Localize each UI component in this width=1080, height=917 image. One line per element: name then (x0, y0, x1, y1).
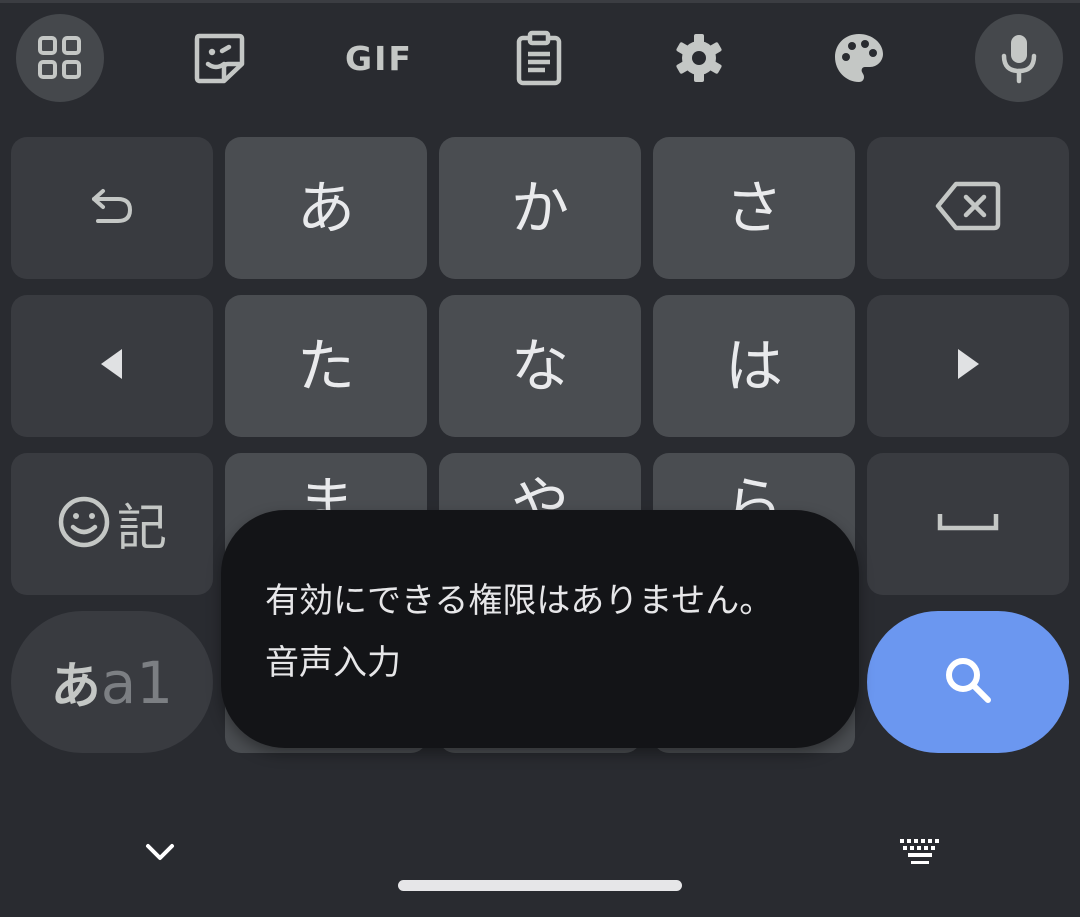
voice-input-button[interactable] (975, 14, 1063, 102)
kana-key-label: な (510, 332, 569, 400)
backspace-icon (934, 180, 1002, 236)
search-icon (943, 655, 993, 709)
kana-key-sa[interactable]: さ (653, 137, 855, 279)
gif-icon: GIF (345, 38, 413, 78)
microphone-icon (999, 32, 1039, 84)
kana-key-label: さ (724, 174, 783, 242)
switch-keyboard-button[interactable] (890, 830, 950, 878)
kana-key-ha[interactable]: は (653, 295, 855, 437)
settings-gear-icon (672, 31, 726, 85)
kana-key-ta[interactable]: た (225, 295, 427, 437)
symbol-kanji-label: 記 (117, 499, 167, 557)
theme-palette-icon (832, 31, 886, 85)
kana-key-na[interactable]: な (439, 295, 641, 437)
theme-button[interactable] (815, 14, 903, 102)
toast-line-1: 有効にできる権限はありません。 (265, 581, 774, 621)
home-gesture-bar[interactable] (398, 880, 682, 891)
cursor-right-icon (954, 347, 982, 385)
input-mode-label: あ a1 (51, 646, 173, 718)
emoji-symbol-key-content: 記 (57, 488, 167, 560)
cursor-left-key[interactable] (11, 295, 213, 437)
keyboard-icon (898, 837, 942, 871)
kana-key-a[interactable]: あ (225, 137, 427, 279)
backspace-key[interactable] (867, 137, 1069, 279)
toast-message: 有効にできる権限はありません。 音声入力 (221, 510, 859, 748)
kana-key-label: は (724, 332, 783, 400)
kana-key-label: あ (296, 174, 355, 242)
kana-key-ka[interactable]: か (439, 137, 641, 279)
cursor-right-key[interactable] (867, 295, 1069, 437)
undo-icon (90, 186, 134, 230)
sticker-button[interactable] (175, 14, 263, 102)
settings-button[interactable] (655, 14, 743, 102)
toast-line-2: 音声入力 (265, 643, 401, 683)
keyboard-top-divider (0, 0, 1080, 3)
mode-alnum-label: a1 (100, 649, 174, 717)
clipboard-icon (515, 30, 563, 86)
hide-keyboard-button[interactable] (130, 830, 190, 878)
kana-key-label: た (296, 332, 355, 400)
space-key[interactable] (867, 453, 1069, 595)
gif-button[interactable]: GIF (335, 14, 423, 102)
undo-key[interactable] (11, 137, 213, 279)
sticker-icon (191, 30, 247, 86)
japanese-keyboard: GIF あ か さ た な は 記 ま や ら あ a1 有効にできる権限はあり… (0, 0, 1080, 917)
apps-grid-icon (37, 35, 83, 81)
input-mode-key[interactable]: あ a1 (11, 611, 213, 753)
clipboard-button[interactable] (495, 14, 583, 102)
chevron-down-icon (145, 843, 175, 865)
apps-grid-button[interactable] (16, 14, 104, 102)
space-icon (937, 511, 999, 537)
cursor-left-icon (98, 347, 126, 385)
mode-kana-label: あ (50, 657, 101, 715)
kana-key-label: か (510, 174, 569, 242)
smiley-icon (57, 495, 111, 553)
emoji-symbol-key[interactable]: 記 (11, 453, 213, 595)
search-key[interactable] (867, 611, 1069, 753)
